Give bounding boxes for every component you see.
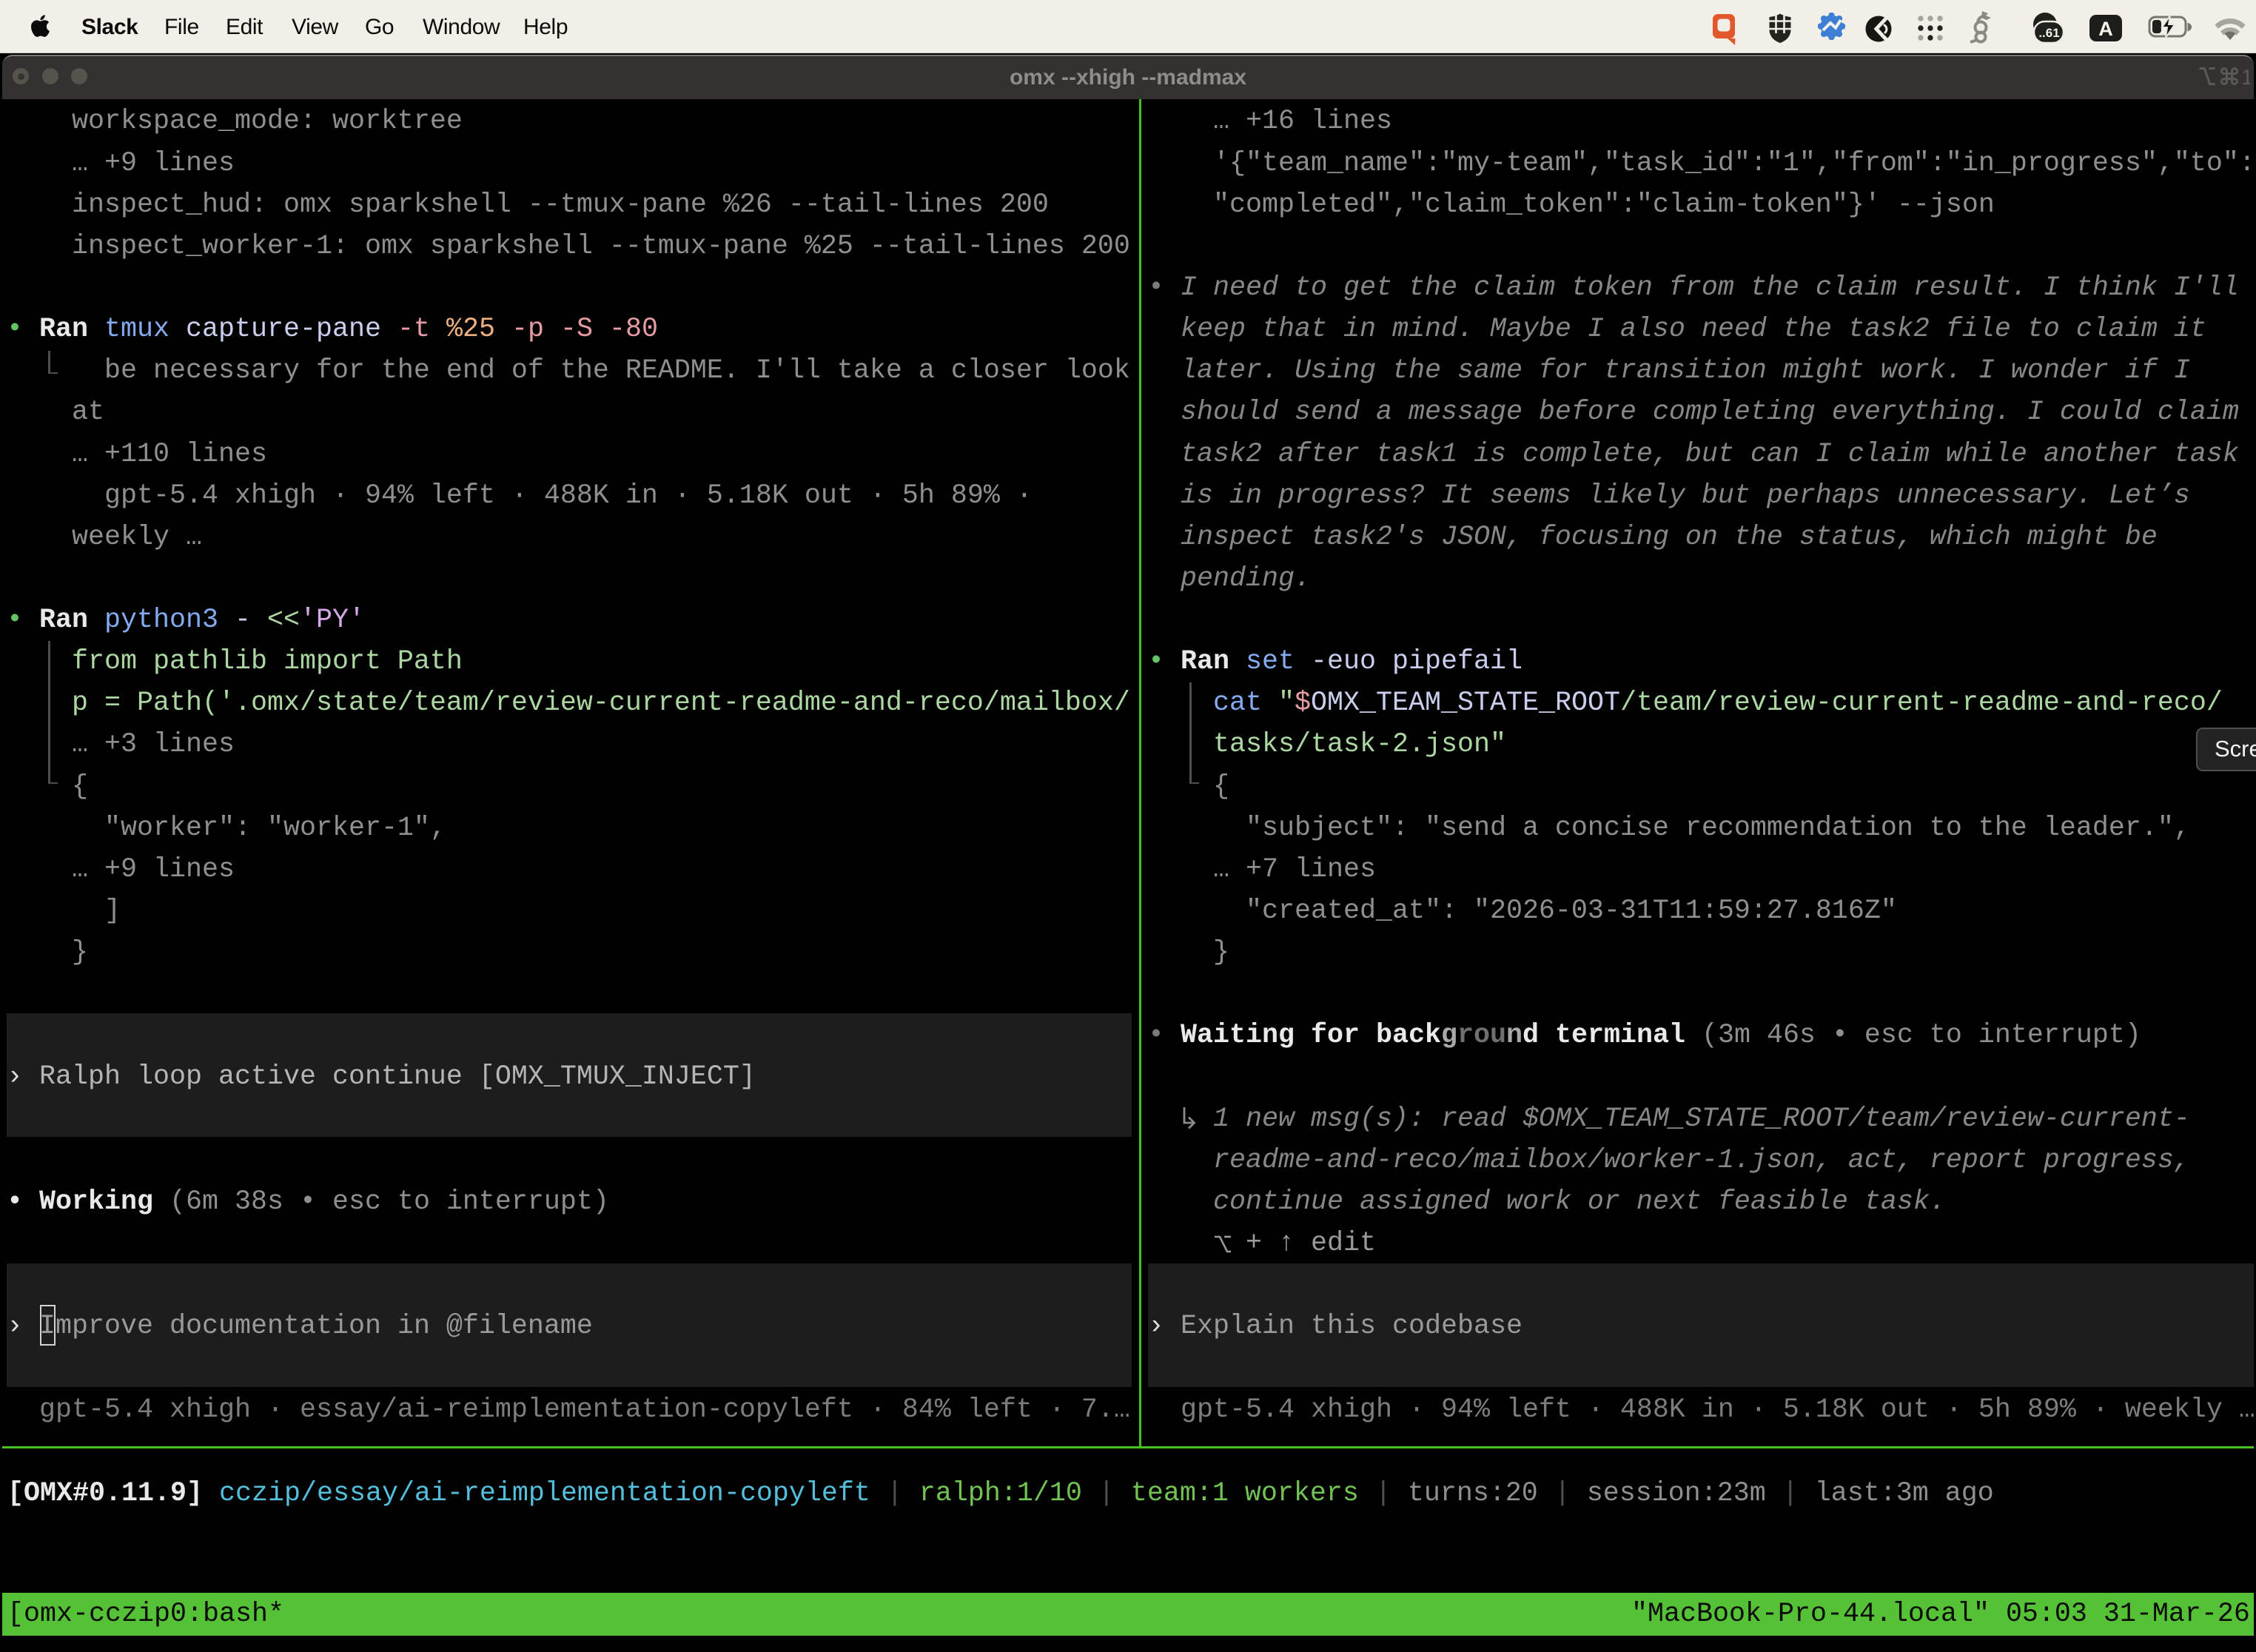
svg-text:..61: ..61 <box>2038 26 2059 40</box>
svg-text:A: A <box>2098 18 2113 40</box>
svg-text:1: 1 <box>2241 66 2250 87</box>
